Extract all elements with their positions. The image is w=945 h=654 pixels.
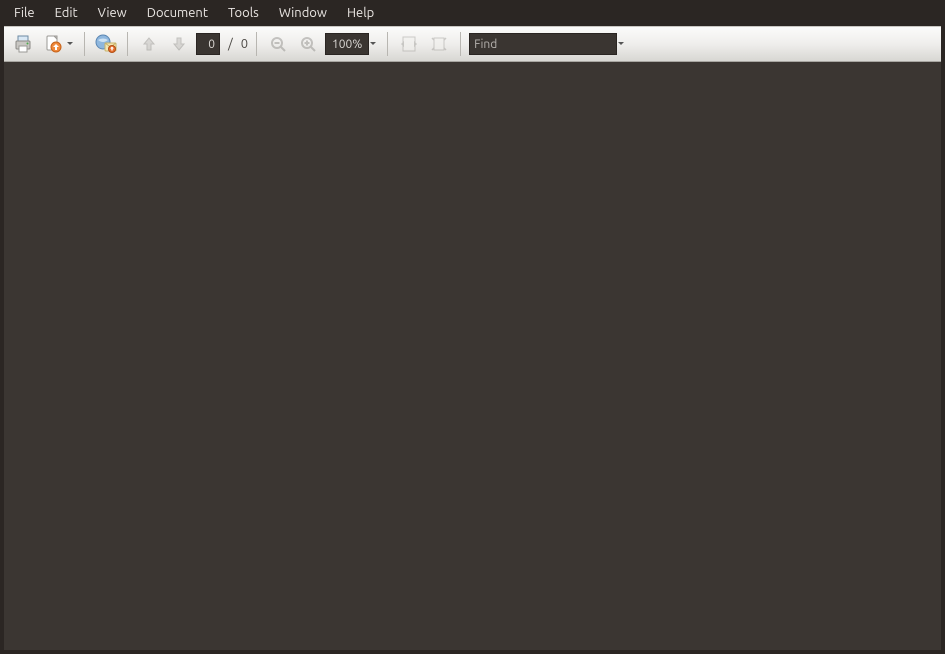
menu-file[interactable]: File: [4, 0, 45, 26]
separator: [256, 32, 257, 56]
open-document-dropdown[interactable]: [66, 31, 76, 57]
menu-edit[interactable]: Edit: [45, 0, 88, 26]
find-dropdown[interactable]: [617, 31, 627, 57]
fit-width-button[interactable]: [396, 31, 422, 57]
fit-page-button[interactable]: [426, 31, 452, 57]
page-number-input[interactable]: [196, 33, 220, 55]
toolbar: / 0: [4, 26, 941, 62]
menu-window[interactable]: Window: [269, 0, 337, 26]
send-email-icon: [95, 34, 117, 54]
previous-page-button[interactable]: [136, 31, 162, 57]
zoom-in-icon: [299, 35, 317, 53]
page-separator: /: [224, 37, 237, 51]
menu-help[interactable]: Help: [337, 0, 384, 26]
zoom-in-button[interactable]: [295, 31, 321, 57]
document-viewer[interactable]: [4, 62, 941, 650]
zoom-out-button[interactable]: [265, 31, 291, 57]
fit-width-icon: [399, 35, 419, 53]
zoom-out-icon: [269, 35, 287, 53]
menu-view[interactable]: View: [88, 0, 137, 26]
open-document-button[interactable]: [40, 31, 66, 57]
menu-tools[interactable]: Tools: [218, 0, 269, 26]
fit-page-icon: [429, 35, 449, 53]
separator: [460, 32, 461, 56]
separator: [127, 32, 128, 56]
send-email-button[interactable]: [93, 31, 119, 57]
arrow-up-icon: [140, 35, 158, 53]
zoom-value-input[interactable]: [325, 33, 369, 55]
menu-document[interactable]: Document: [137, 0, 218, 26]
separator: [84, 32, 85, 56]
arrow-down-icon: [170, 35, 188, 53]
find-input[interactable]: [469, 33, 617, 55]
menu-bar: File Edit View Document Tools Window Hel…: [0, 0, 945, 26]
zoom-dropdown[interactable]: [369, 31, 379, 57]
page-total: 0: [241, 37, 248, 51]
open-file-icon: [43, 34, 63, 54]
print-button[interactable]: [10, 31, 36, 57]
next-page-button[interactable]: [166, 31, 192, 57]
print-icon: [13, 34, 33, 54]
separator: [387, 32, 388, 56]
